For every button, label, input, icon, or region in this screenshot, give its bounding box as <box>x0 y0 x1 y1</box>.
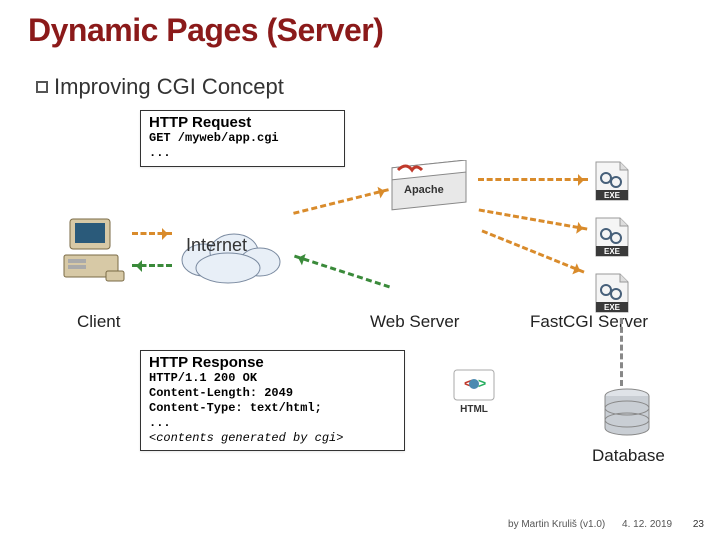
bullet-square-icon <box>36 81 48 93</box>
fastcgi-server-label: FastCGI Server <box>530 312 648 332</box>
http-response-line4: ... <box>149 416 396 431</box>
svg-text:HTML: HTML <box>460 404 488 415</box>
server-to-exe-arrow-icon <box>481 230 584 274</box>
web-server-label: Web Server <box>370 312 459 332</box>
exe-file-icon: EXE <box>590 216 634 260</box>
slide-footer: by Martin Kruliš (v1.0) 4. 12. 2019 23 <box>0 519 704 530</box>
svg-text:EXE: EXE <box>604 247 621 256</box>
database-label: Database <box>592 446 665 466</box>
footer-page-number: 23 <box>693 519 704 530</box>
server-to-exe-arrow-icon <box>478 178 588 181</box>
http-request-line2: ... <box>149 146 336 161</box>
database-icon <box>600 388 654 438</box>
slide-title: Dynamic Pages (Server) <box>28 12 383 49</box>
http-request-box: HTTP Request GET /myweb/app.cgi ... <box>140 110 345 167</box>
heading-text: Improving CGI Concept <box>54 74 284 99</box>
apache-server-icon: Apache <box>390 160 475 222</box>
http-request-line1: GET /myweb/app.cgi <box>149 131 336 146</box>
response-arrow-icon <box>132 264 172 267</box>
footer-author: by Martin Kruliš (v1.0) <box>508 519 605 530</box>
exe-badge-text: EXE <box>604 191 621 200</box>
response-arrow-icon <box>294 255 390 289</box>
html-file-icon: < > HTML <box>448 368 500 416</box>
internet-label: Internet <box>186 235 247 256</box>
slide-heading: Improving CGI Concept <box>36 74 284 100</box>
svg-text:>: > <box>478 375 486 391</box>
http-response-line1: HTTP/1.1 200 OK <box>149 371 396 386</box>
request-arrow-icon <box>132 232 172 235</box>
http-response-box: HTTP Response HTTP/1.1 200 OK Content-Le… <box>140 350 405 451</box>
http-request-title: HTTP Request <box>149 114 336 131</box>
apache-text: Apache <box>404 184 444 196</box>
client-computer-icon <box>60 215 130 285</box>
http-response-line2: Content-Length: 2049 <box>149 386 396 401</box>
http-response-line3: Content-Type: text/html; <box>149 401 396 416</box>
db-connection-line <box>620 318 623 386</box>
http-response-line5: <contents generated by cgi> <box>149 431 396 445</box>
footer-date: 4. 12. 2019 <box>622 519 672 530</box>
exe-file-icon: EXE <box>590 160 634 204</box>
exe-file-icon: EXE <box>590 272 634 316</box>
http-response-title: HTTP Response <box>149 354 396 371</box>
request-arrow-icon <box>293 188 389 215</box>
server-to-exe-arrow-icon <box>479 208 588 230</box>
svg-text:EXE: EXE <box>604 303 621 312</box>
client-label: Client <box>77 312 120 332</box>
